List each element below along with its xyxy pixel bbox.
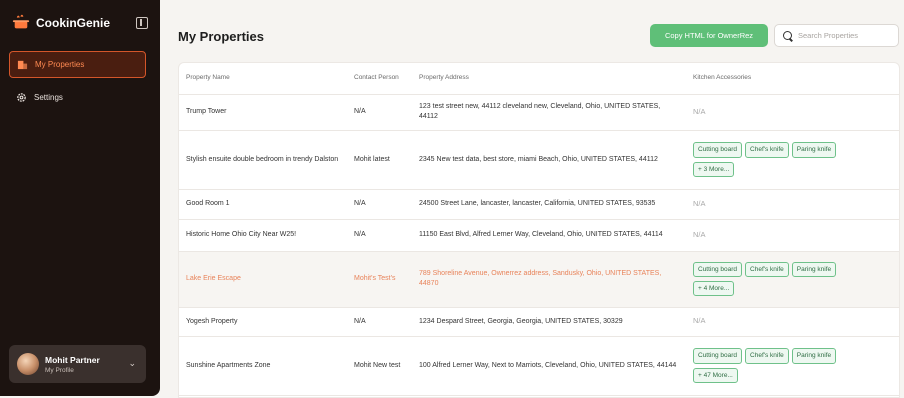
- app-name: CookinGenie: [36, 16, 111, 30]
- contact-person: N/A: [347, 94, 412, 131]
- search-input[interactable]: [798, 31, 893, 40]
- accessories-na: N/A: [693, 316, 706, 326]
- property-address: 123 test street new, 44112 cleveland new…: [412, 94, 686, 131]
- property-name[interactable]: Stylish ensuite double bedroom in trendy…: [179, 130, 347, 190]
- property-address: 1234 Despard Street, Georgia, Georgia, U…: [412, 307, 686, 337]
- table-row[interactable]: Sunshine Apartments Zone Mohit New test …: [179, 336, 899, 396]
- property-name[interactable]: Sunshine Apartments Zone: [179, 336, 347, 396]
- search-box[interactable]: [774, 24, 899, 47]
- profile-menu[interactable]: Mohit Partner My Profile ⌄: [9, 345, 146, 383]
- property-name[interactable]: Good Room 1: [179, 189, 347, 220]
- sidebar-item-my-properties[interactable]: My Properties: [9, 51, 146, 78]
- property-address: 789 Shoreline Avenue, Ownerrez address, …: [412, 251, 686, 308]
- property-address: 11150 East Blvd, Alfred Lerner Way, Clev…: [412, 219, 686, 252]
- table-row[interactable]: Trump Tower N/A 123 test street new, 441…: [179, 94, 899, 131]
- contact-person: N/A: [347, 189, 412, 220]
- contact-person: Mohit's Test's: [347, 251, 412, 308]
- search-icon: [783, 31, 792, 40]
- chevron-down-icon[interactable]: ⌄: [128, 358, 136, 369]
- accessory-tag: Chef's knife: [745, 261, 789, 277]
- table-row[interactable]: Historic Home Ohio City Near W25! N/A 11…: [179, 219, 899, 252]
- property-name[interactable]: Yogesh Property: [179, 307, 347, 337]
- property-address: 2345 New test data, best store, miami Be…: [412, 130, 686, 190]
- copy-html-button[interactable]: Copy HTML for OwnerRez: [650, 24, 768, 47]
- more-accessories-button[interactable]: + 3 More...: [693, 161, 735, 177]
- property-name[interactable]: Lake Erie Escape: [179, 251, 347, 308]
- sidebar-item-label: My Properties: [35, 60, 85, 69]
- contact-person: Mohit New test: [347, 336, 412, 396]
- column-header[interactable]: Property Address: [412, 63, 686, 95]
- accessory-tag: Cutting board: [693, 261, 743, 277]
- building-icon: [17, 60, 28, 70]
- column-header[interactable]: Kitchen Accessories: [686, 63, 899, 95]
- avatar: [17, 353, 39, 375]
- table-row[interactable]: Yogesh Property N/A 1234 Despard Street,…: [179, 307, 899, 337]
- property-address: 100 Alfred Lerner Way, Next to Marriots,…: [412, 336, 686, 396]
- accessory-tag: Cutting board: [693, 348, 743, 364]
- accessories-na: N/A: [693, 198, 706, 208]
- property-address: 24500 Street Lane, lancaster, lancaster,…: [412, 189, 686, 220]
- sidebar: CookinGenie My Properties Settings Mohit…: [0, 0, 160, 396]
- contact-person: Mohit latest: [347, 130, 412, 190]
- collapse-sidebar-icon[interactable]: [136, 17, 148, 29]
- contact-person: N/A: [347, 219, 412, 252]
- table-row[interactable]: Lake Erie Escape Mohit's Test's 789 Shor…: [179, 251, 899, 308]
- table-row[interactable]: Stylish ensuite double bedroom in trendy…: [179, 130, 899, 190]
- accessory-tag: Paring knife: [791, 142, 837, 158]
- accessory-tag: Paring knife: [791, 261, 837, 277]
- table-row[interactable]: Good Room 1 N/A 24500 Street Lane, lanca…: [179, 189, 899, 220]
- cooking-pot-icon: [12, 14, 30, 29]
- accessory-tag: Cutting board: [693, 142, 743, 158]
- column-header[interactable]: Property Name: [179, 63, 347, 95]
- accessories-na: N/A: [693, 229, 706, 239]
- column-header[interactable]: Contact Person: [347, 63, 412, 95]
- property-name[interactable]: Trump Tower: [179, 94, 347, 131]
- accessory-tag: Paring knife: [791, 348, 837, 364]
- accessories-na: N/A: [693, 106, 706, 116]
- property-name[interactable]: Historic Home Ohio City Near W25!: [179, 219, 347, 252]
- more-accessories-button[interactable]: + 47 More...: [693, 367, 738, 383]
- accessory-tag: Chef's knife: [745, 348, 789, 364]
- more-accessories-button[interactable]: + 4 More...: [693, 281, 735, 297]
- brand[interactable]: CookinGenie: [12, 14, 110, 32]
- table-header-row: Property Name Contact Person Property Ad…: [179, 63, 899, 95]
- profile-subtitle: My Profile: [45, 366, 74, 374]
- profile-name: Mohit Partner: [45, 354, 100, 365]
- gear-icon: [17, 93, 26, 102]
- accessory-tag: Chef's knife: [745, 142, 789, 158]
- sidebar-item-label: Settings: [34, 93, 63, 102]
- contact-person: N/A: [347, 307, 412, 337]
- sidebar-item-settings[interactable]: Settings: [9, 84, 146, 111]
- properties-table: Property Name Contact Person Property Ad…: [178, 62, 900, 398]
- page-title: My Properties: [178, 29, 264, 44]
